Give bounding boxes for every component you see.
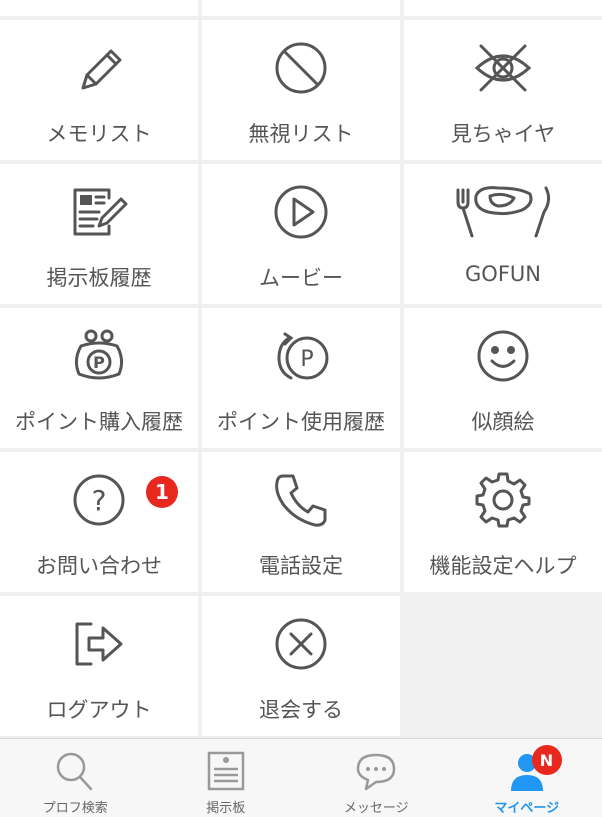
menu-label: お問い合わせ bbox=[36, 550, 162, 580]
svg-text:?: ? bbox=[92, 484, 107, 517]
chat-bubble-icon bbox=[354, 749, 398, 793]
prohibited-icon bbox=[271, 38, 331, 98]
tab-label: メッセージ bbox=[344, 797, 409, 816]
new-badge: N bbox=[532, 745, 562, 775]
menu-label: ポイント購入履歴 bbox=[15, 406, 183, 436]
menu-label: 機能設定ヘルプ bbox=[430, 550, 577, 580]
menu-label: 退会する bbox=[259, 694, 343, 724]
menu-label: 見ちゃイヤ bbox=[451, 118, 555, 148]
menu-tile-ignore-list[interactable]: 無視リスト bbox=[202, 20, 400, 160]
menu-tile-withdraw[interactable]: 退会する bbox=[202, 596, 400, 736]
tab-label: 掲示板 bbox=[206, 797, 245, 816]
tab-board[interactable]: 掲示板 bbox=[151, 739, 302, 817]
menu-tile-phone-settings[interactable]: 電話設定 bbox=[202, 452, 400, 592]
menu-tile-partial bbox=[0, 0, 198, 16]
logout-icon bbox=[69, 614, 129, 674]
menu-label: ポイント使用履歴 bbox=[217, 406, 385, 436]
menu-tile-memo-list[interactable]: メモリスト bbox=[0, 20, 198, 160]
notification-badge: 1 bbox=[146, 476, 178, 508]
pencil-icon bbox=[69, 38, 129, 98]
menu-grid: メモリスト 無視リスト 見ちゃイヤ bbox=[0, 0, 602, 736]
point-history-icon: P bbox=[271, 326, 331, 386]
tab-label: マイページ bbox=[494, 797, 559, 816]
tab-mypage[interactable]: マイページ N bbox=[452, 739, 602, 817]
tab-profile-search[interactable]: プロフ検索 bbox=[0, 739, 151, 817]
question-circle-icon: ? bbox=[69, 470, 129, 530]
smiley-icon bbox=[473, 326, 533, 386]
menu-label: 掲示板履歴 bbox=[47, 262, 152, 292]
menu-tile-seen-dislike[interactable]: 見ちゃイヤ bbox=[404, 20, 602, 160]
menu-tile-point-purchase-history[interactable]: P ポイント購入履歴 bbox=[0, 308, 198, 448]
coin-purse-icon: P bbox=[69, 326, 129, 386]
menu-tile-empty bbox=[404, 596, 602, 736]
menu-tile-contact[interactable]: ? お問い合わせ 1 bbox=[0, 452, 198, 592]
menu-tile-board-history[interactable]: 掲示板履歴 bbox=[0, 164, 198, 304]
board-edit-icon bbox=[69, 182, 129, 242]
menu-tile-logout[interactable]: ログアウト bbox=[0, 596, 198, 736]
phone-icon bbox=[271, 470, 331, 530]
bottom-tab-bar: プロフ検索 掲示板 メッセージ マイページ N bbox=[0, 738, 602, 817]
menu-tile-feature-settings-help[interactable]: 機能設定ヘルプ bbox=[404, 452, 602, 592]
menu-tile-movie[interactable]: ムービー bbox=[202, 164, 400, 304]
tab-message[interactable]: メッセージ bbox=[301, 739, 452, 817]
close-circle-icon bbox=[271, 614, 331, 674]
menu-tile-partial bbox=[404, 0, 602, 16]
menu-label: メモリスト bbox=[47, 118, 152, 148]
tab-label: プロフ検索 bbox=[43, 797, 108, 816]
gear-icon bbox=[473, 470, 533, 530]
menu-tile-gofun[interactable]: GOFUN bbox=[404, 164, 602, 304]
svg-text:P: P bbox=[93, 353, 105, 372]
menu-tile-partial bbox=[202, 0, 400, 16]
menu-label: 似顔絵 bbox=[472, 406, 535, 436]
search-icon bbox=[53, 749, 97, 793]
menu-label: 無視リスト bbox=[249, 118, 354, 148]
eye-off-icon bbox=[473, 38, 533, 98]
board-icon bbox=[204, 749, 248, 793]
svg-text:P: P bbox=[300, 347, 313, 372]
menu-label: ムービー bbox=[259, 262, 343, 292]
menu-tile-portrait[interactable]: 似顔絵 bbox=[404, 308, 602, 448]
menu-tile-point-usage-history[interactable]: P ポイント使用履歴 bbox=[202, 308, 400, 448]
play-icon bbox=[271, 182, 331, 242]
menu-label: GOFUN bbox=[465, 262, 541, 286]
menu-label: 電話設定 bbox=[259, 550, 343, 580]
steak-cutlery-icon bbox=[448, 182, 558, 242]
menu-label: ログアウト bbox=[47, 694, 152, 724]
